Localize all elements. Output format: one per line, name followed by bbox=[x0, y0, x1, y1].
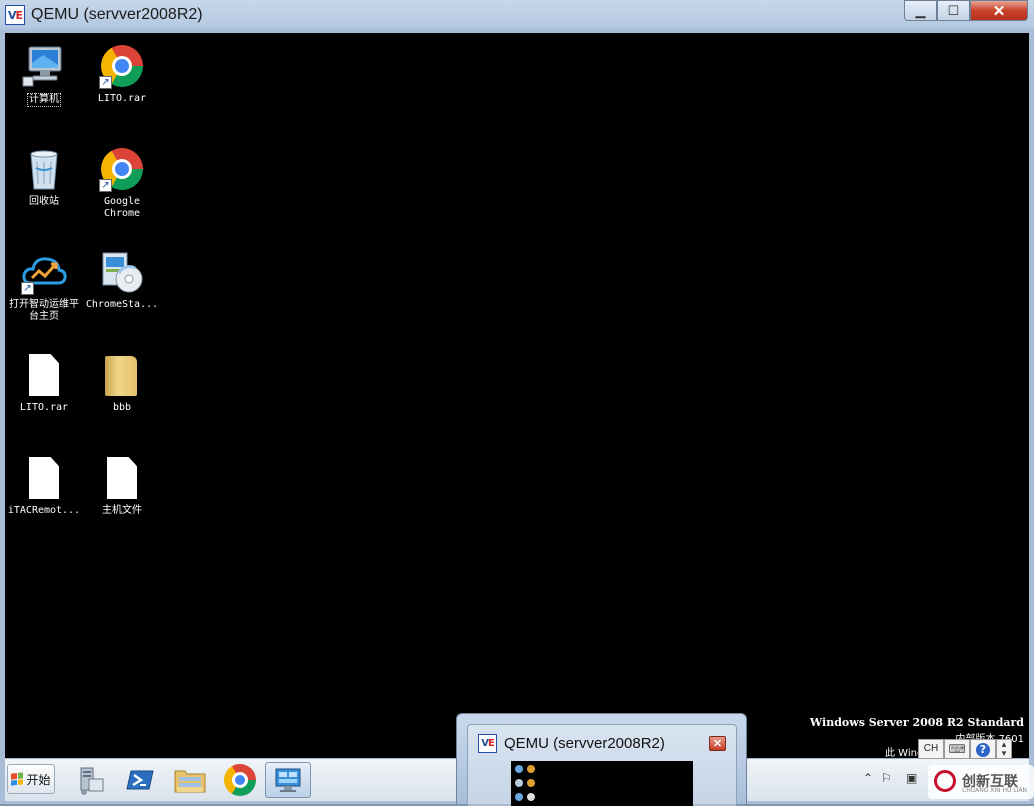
windows-logo-icon bbox=[11, 772, 24, 786]
taskbar-thumbnail-preview[interactable]: VE QEMU (servver2008R2) ✕ bbox=[456, 713, 747, 806]
maximize-button[interactable]: ☐ bbox=[937, 0, 970, 21]
computer-icon bbox=[21, 43, 67, 89]
chrome-shortcut-icon: ↗ bbox=[99, 43, 145, 89]
brand-logo-subtitle: CHUANG XIN HU LIAN bbox=[962, 787, 1028, 794]
brand-logo-icon bbox=[934, 770, 956, 792]
preview-thumbnail[interactable] bbox=[511, 761, 693, 806]
server-manager-icon[interactable] bbox=[67, 762, 113, 798]
show-hidden-icons-icon[interactable]: ⌃ bbox=[863, 771, 873, 785]
powershell-icon[interactable] bbox=[117, 762, 163, 798]
desktop-icon-host-files[interactable]: 主机文件 bbox=[83, 455, 161, 517]
chrome-shortcut-icon: ↗ bbox=[99, 146, 145, 192]
explorer-icon[interactable] bbox=[167, 762, 213, 798]
desktop-icon-label: 回收站 bbox=[29, 196, 59, 207]
shortcut-arrow-icon: ↗ bbox=[99, 179, 112, 192]
cloud-shortcut-icon: ↗ bbox=[21, 249, 67, 295]
desktop-icon-label: Google Chrome bbox=[103, 196, 141, 219]
recycle-bin-icon bbox=[21, 146, 67, 192]
close-button[interactable]: ✕ bbox=[970, 0, 1028, 21]
desktop-icon-google-chrome[interactable]: ↗ Google Chrome bbox=[83, 146, 161, 220]
ime-keyboard-icon[interactable]: ⌨ bbox=[944, 739, 970, 759]
desktop-icon-label: 主机文件 bbox=[102, 505, 142, 516]
file-icon bbox=[21, 352, 67, 398]
desktop-icon-lito-rar-file[interactable]: LITO.rar bbox=[5, 352, 83, 414]
qemu-app-icon: VE bbox=[478, 734, 497, 753]
ime-help-icon[interactable]: ? bbox=[970, 739, 996, 759]
network-icon[interactable]: ▣ bbox=[906, 771, 917, 785]
preview-frame: VE QEMU (servver2008R2) ✕ bbox=[467, 724, 737, 806]
desktop-icon-label: ChromeSta... bbox=[85, 299, 159, 310]
preview-title: QEMU (servver2008R2) bbox=[504, 735, 665, 752]
brand-logo: 创新互联 CHUANG XIN HU LIAN bbox=[928, 765, 1034, 799]
qemu-window: VE QEMU (servver2008R2) ▁ ☐ ✕ 计算机 回收站 ↗ … bbox=[0, 0, 1034, 806]
shortcut-arrow-icon: ↗ bbox=[21, 282, 34, 295]
ime-options-icon[interactable]: ▴ ▾ bbox=[996, 739, 1012, 759]
desktop-icon-computer[interactable]: 计算机 bbox=[5, 43, 83, 107]
desktop-icon-label: LITO.rar bbox=[19, 402, 69, 413]
action-center-flag-icon[interactable]: ⚐ bbox=[881, 771, 892, 785]
preview-close-button[interactable]: ✕ bbox=[709, 736, 726, 751]
window-title: QEMU (servver2008R2) bbox=[31, 6, 203, 23]
desktop-icon-itacremote[interactable]: iTACRemot... bbox=[5, 455, 83, 517]
file-icon bbox=[99, 455, 145, 501]
ime-language-indicator[interactable]: CH bbox=[918, 739, 944, 759]
file-icon bbox=[21, 455, 67, 501]
start-button[interactable]: 开始 bbox=[7, 764, 55, 794]
desktop-icon-label: bbb bbox=[112, 402, 132, 413]
desktop-icon-bbb-folder[interactable]: bbb bbox=[83, 352, 161, 414]
windows-edition-text: Windows Server 2008 R2 Standard bbox=[809, 716, 1024, 729]
control-panel-icon[interactable] bbox=[265, 762, 311, 798]
qemu-app-icon[interactable]: VE bbox=[5, 5, 25, 25]
desktop-icon-ops-platform[interactable]: ↗ 打开智动运维平台主页 bbox=[5, 249, 83, 323]
title-bar[interactable]: VE QEMU (servver2008R2) ▁ ☐ ✕ bbox=[0, 0, 1034, 32]
guest-screen[interactable]: 计算机 回收站 ↗ 打开智动运维平台主页 LITO.rar iTACRemot.… bbox=[5, 33, 1029, 801]
chrome-icon[interactable] bbox=[217, 762, 263, 798]
desktop-icon-lito-rar-shortcut[interactable]: ↗ LITO.rar bbox=[83, 43, 161, 105]
desktop-icon-label: iTACRemot... bbox=[7, 505, 81, 516]
start-label: 开始 bbox=[26, 772, 51, 787]
desktop-icon-label: LITO.rar bbox=[97, 93, 147, 104]
installer-icon bbox=[99, 249, 145, 295]
desktop-icon-recycle-bin[interactable]: 回收站 bbox=[5, 146, 83, 208]
desktop-icon-label: 计算机 bbox=[27, 93, 61, 107]
desktop-icon-label: 打开智动运维平台主页 bbox=[9, 299, 79, 322]
desktop-icon-chrome-setup[interactable]: ChromeSta... bbox=[83, 249, 161, 311]
folder-icon bbox=[99, 352, 145, 398]
shortcut-arrow-icon: ↗ bbox=[99, 76, 112, 89]
minimize-button[interactable]: ▁ bbox=[904, 0, 937, 21]
